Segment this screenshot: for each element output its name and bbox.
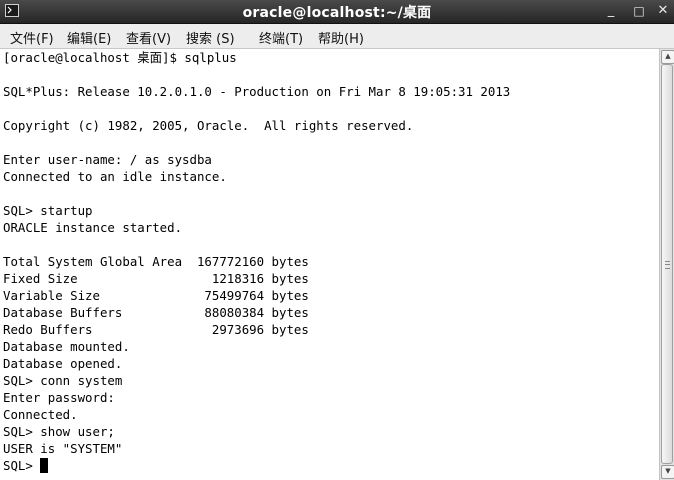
menu-help[interactable]: 帮助(H) — [317, 27, 365, 48]
grip-icon — [665, 261, 670, 269]
sql-prompt: SQL> — [3, 458, 41, 473]
terminal-line: SQL> startup — [3, 203, 93, 218]
maximize-button[interactable]: □ — [630, 2, 648, 20]
terminal-line: Copyright (c) 1982, 2005, Oracle. All ri… — [3, 118, 414, 133]
terminal-line: Database Buffers 88080384 bytes — [3, 305, 309, 320]
terminal-line: SQL> show user; — [3, 424, 115, 439]
terminal-output[interactable]: [oracle@localhost 桌面]$ sqlplus SQL*Plus:… — [0, 49, 659, 480]
vertical-scrollbar[interactable]: ▲ ▼ — [659, 49, 674, 480]
menu-terminal[interactable]: 终端(T) — [258, 27, 304, 48]
close-button[interactable]: ✕ — [654, 2, 672, 20]
terminal-line: Database mounted. — [3, 339, 130, 354]
terminal-line: SQL*Plus: Release 10.2.0.1.0 - Productio… — [3, 84, 511, 99]
terminal-line: USER is "SYSTEM" — [3, 441, 123, 456]
terminal-line: [oracle@localhost 桌面]$ sqlplus — [3, 50, 237, 65]
title-bar[interactable]: oracle@localhost:~/桌面 _ □ ✕ — [0, 0, 674, 24]
menu-search[interactable]: 搜索 (S) — [185, 27, 236, 48]
scroll-thumb[interactable] — [661, 64, 673, 464]
minimize-button[interactable]: _ — [602, 2, 620, 20]
terminal-line: Fixed Size 1218316 bytes — [3, 271, 309, 286]
scroll-down-arrow-icon[interactable]: ▼ — [661, 465, 674, 479]
terminal-prompt-line[interactable]: SQL> — [3, 457, 49, 474]
scroll-up-arrow-icon[interactable]: ▲ — [661, 50, 674, 64]
terminal-line: Connected to an idle instance. — [3, 169, 227, 184]
terminal-line: Total System Global Area 167772160 bytes — [3, 254, 309, 269]
terminal-line: Connected. — [3, 407, 78, 422]
window-title: oracle@localhost:~/桌面 — [242, 5, 432, 21]
terminal-line: Redo Buffers 2973696 bytes — [3, 322, 309, 337]
terminal-line: Enter password: — [3, 390, 115, 405]
terminal-line: Database opened. — [3, 356, 123, 371]
terminal-line: Enter user-name: / as sysdba — [3, 152, 212, 167]
terminal-line: Variable Size 75499764 bytes — [3, 288, 309, 303]
terminal-line: SQL> conn system — [3, 373, 123, 388]
menu-file[interactable]: 文件(F) — [9, 27, 55, 48]
text-cursor — [40, 458, 49, 473]
menu-bar: 文件(F) 编辑(E) 查看(V) 搜索 (S) 终端(T) 帮助(H) — [0, 24, 674, 49]
menu-edit[interactable]: 编辑(E) — [66, 27, 112, 48]
menu-view[interactable]: 查看(V) — [125, 27, 172, 48]
terminal-line: ORACLE instance started. — [3, 220, 183, 235]
